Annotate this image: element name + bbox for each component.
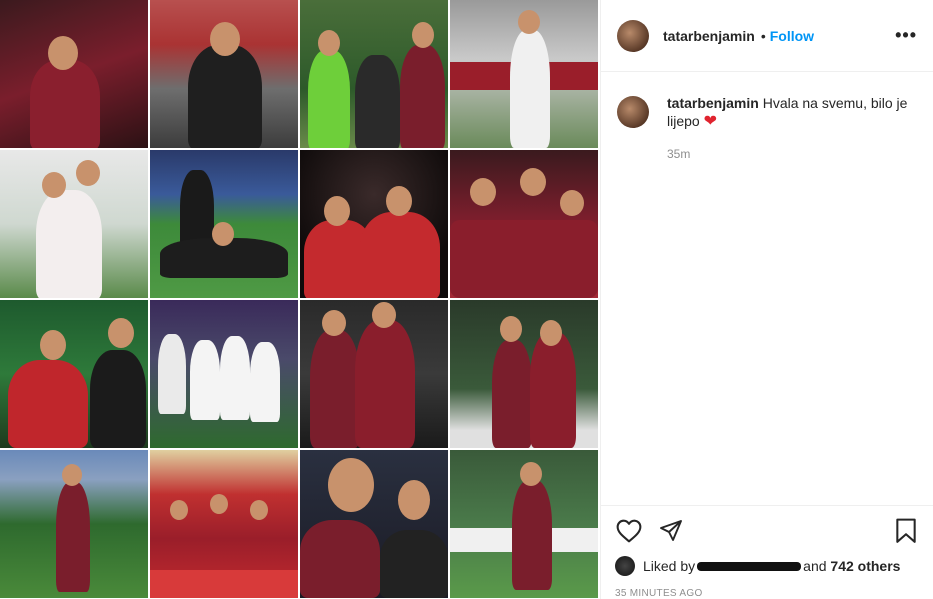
photo-grid: [0, 0, 600, 599]
caption-username[interactable]: tatarbenjamin: [667, 95, 759, 111]
photo-tile: [150, 300, 298, 448]
photo-tile: [300, 450, 448, 598]
caption-body: tatarbenjamin Hvala na svemu, bilo je li…: [667, 94, 917, 163]
photo-tile: [450, 0, 598, 148]
photo-tile: [0, 450, 148, 598]
caption-time[interactable]: 35m: [667, 145, 917, 163]
photo-tile: [300, 0, 448, 148]
photo-tile: [0, 300, 148, 448]
photo-tile: [0, 0, 148, 148]
photo-tile: [300, 150, 448, 298]
bookmark-icon[interactable]: [892, 517, 920, 545]
liker-avatar[interactable]: [615, 556, 635, 576]
photo-tile: [150, 150, 298, 298]
heart-emoji: ❤: [703, 113, 717, 130]
likes-connector: and: [803, 558, 827, 574]
more-options-icon[interactable]: •••: [895, 25, 917, 46]
post-image-collage[interactable]: [0, 0, 600, 599]
post-sidebar: tatarbenjamin • Follow ••• tatarbenjamin…: [600, 0, 933, 599]
photo-tile: [150, 0, 298, 148]
likes-summary: Liked by and 742 others: [615, 556, 920, 576]
instagram-post: tatarbenjamin • Follow ••• tatarbenjamin…: [0, 0, 933, 599]
caption-avatar[interactable]: [617, 96, 649, 128]
photo-tile: [300, 300, 448, 448]
photo-tile: [150, 450, 298, 598]
separator-dot: •: [760, 27, 766, 44]
photo-tile: [450, 300, 598, 448]
post-header: tatarbenjamin • Follow •••: [601, 0, 933, 72]
redacted-username: [697, 561, 802, 571]
post-timestamp[interactable]: 35 MINUTES AGO: [615, 588, 920, 599]
photo-tile: [0, 150, 148, 298]
caption-comment: tatarbenjamin Hvala na svemu, bilo je li…: [601, 72, 933, 163]
photo-tile: [450, 150, 598, 298]
action-icons: [615, 516, 920, 546]
photo-tile: [450, 450, 598, 598]
heart-icon[interactable]: [615, 517, 643, 545]
author-username[interactable]: tatarbenjamin: [663, 28, 755, 44]
author-avatar[interactable]: [617, 19, 649, 52]
post-actions: Liked by and 742 others 35 MINUTES AGO: [601, 505, 933, 599]
likes-count[interactable]: 742 others: [830, 558, 900, 574]
follow-button[interactable]: Follow: [770, 28, 814, 44]
liked-by-label: Liked by: [643, 558, 696, 574]
share-icon[interactable]: [657, 517, 685, 545]
